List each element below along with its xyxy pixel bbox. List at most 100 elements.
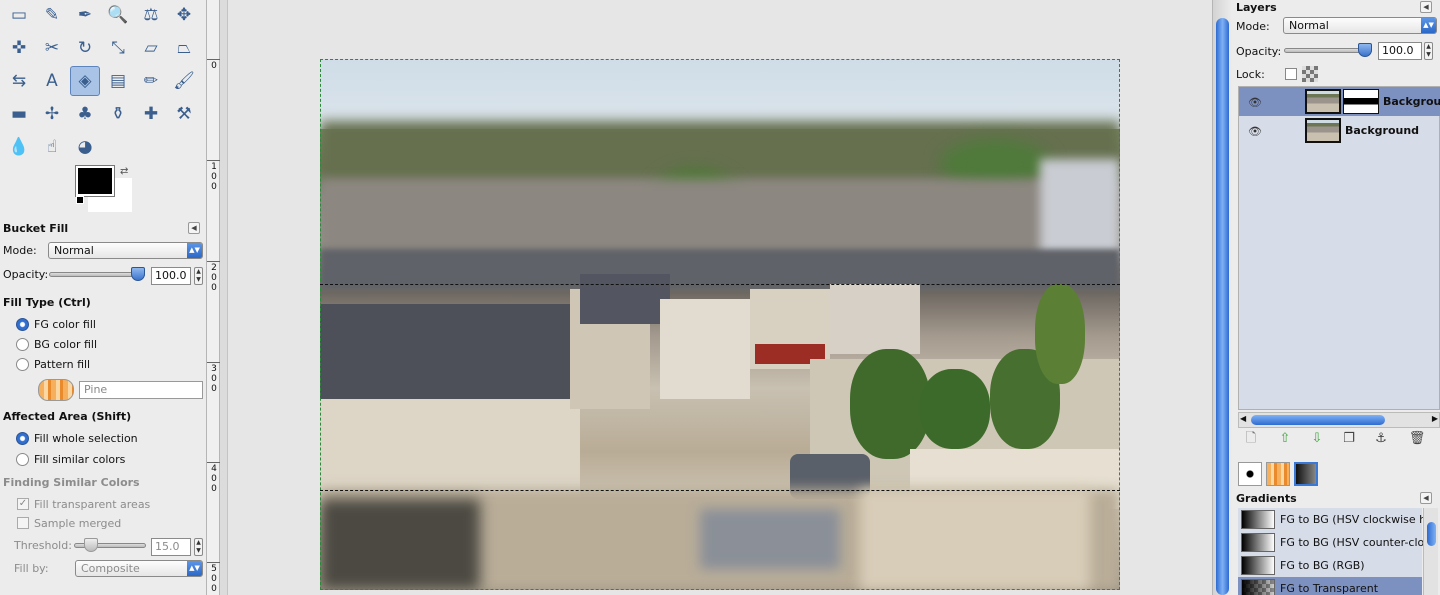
similar-colors-title: Finding Similar Colors: [3, 476, 140, 489]
perspective-clone-icon[interactable]: ⚒: [169, 99, 199, 129]
color-picker-icon[interactable]: ✒: [70, 0, 100, 30]
visibility-eye-icon[interactable]: 👁: [1248, 125, 1262, 138]
gradient-name: FG to BG (RGB): [1280, 559, 1365, 572]
clone-icon[interactable]: ⚱: [103, 99, 133, 129]
layer-opacity-field[interactable]: 100.0: [1378, 42, 1422, 60]
dodge-burn-icon[interactable]: ◕: [70, 132, 100, 162]
scrollbar-thumb[interactable]: [1216, 18, 1229, 595]
anchor-layer-icon[interactable]: ⚓: [1372, 430, 1390, 448]
gradient-name: FG to BG (HSV clockwise h: [1280, 513, 1427, 526]
crop-icon[interactable]: ✂: [37, 33, 67, 63]
delete-layer-icon[interactable]: 🗑: [1408, 430, 1426, 448]
ruler-label: 2 0 0: [211, 263, 217, 293]
fill-by-label: Fill by:: [14, 562, 49, 575]
layer-mask-thumbnail[interactable]: [1343, 89, 1379, 114]
affected-area-radio[interactable]: [16, 432, 29, 445]
ink-icon[interactable]: ♣: [70, 99, 100, 129]
layers-list: 👁 Background 👁 Background: [1238, 86, 1440, 410]
move-icon[interactable]: ✥: [169, 0, 199, 30]
fill-type-option-label: FG color fill: [34, 318, 96, 331]
blend-icon[interactable]: ▤: [103, 66, 133, 96]
gradients-list: FG to BG (HSV clockwise h FG to BG (HSV c…: [1238, 508, 1426, 595]
pattern-preview[interactable]: [38, 379, 74, 401]
shear-icon[interactable]: ▱: [136, 33, 166, 63]
measure-icon[interactable]: ⚖: [136, 0, 166, 30]
affected-area-radio[interactable]: [16, 453, 29, 466]
lower-layer-icon[interactable]: ⇩: [1308, 430, 1326, 448]
layer-thumbnail: [1305, 118, 1341, 143]
gradient-item[interactable]: FG to BG (HSV counter-clo: [1238, 531, 1425, 554]
ruler-label: 1 0 0: [211, 162, 217, 192]
canvas-vertical-scrollbar[interactable]: [1212, 0, 1232, 595]
configure-tab-icon[interactable]: ◀: [188, 222, 200, 234]
fill-type-radio[interactable]: [16, 338, 29, 351]
opacity-value-field[interactable]: 100.0: [151, 267, 191, 285]
fill-type-option-label: BG color fill: [34, 338, 97, 351]
opacity-spinner[interactable]: ▲ ▼: [194, 267, 203, 285]
gradient-preview: [1241, 579, 1275, 595]
gradient-item[interactable]: FG to BG (HSV clockwise h: [1238, 508, 1426, 531]
duplicate-layer-icon[interactable]: ❐: [1340, 430, 1358, 448]
lock-pixels-checkbox[interactable]: [1285, 68, 1297, 80]
gradient-item[interactable]: FG to BG (RGB): [1238, 554, 1422, 577]
new-layer-icon[interactable]: 🗋: [1242, 430, 1260, 448]
reset-colors-icon[interactable]: [76, 196, 84, 204]
fg-bg-color-selector[interactable]: ⇄: [75, 165, 132, 212]
rect-select-icon[interactable]: ▭: [4, 0, 34, 30]
mode-dropdown[interactable]: Normal ▲▼: [48, 242, 203, 259]
flip-icon[interactable]: ⇆: [4, 66, 34, 96]
tab-patterns[interactable]: [1266, 462, 1290, 486]
layer-mode-dropdown[interactable]: Normal ▲▼: [1283, 17, 1437, 34]
fill-type-radio[interactable]: [16, 358, 29, 371]
heal-icon[interactable]: ✚: [136, 99, 166, 129]
zoom-icon[interactable]: 🔍: [103, 0, 133, 30]
vertical-ruler[interactable]: 0 1 0 0 2 0 0 3 0 0 4 0 0 5 0 0: [207, 0, 220, 595]
layers-horizontal-scrollbar[interactable]: ◀ ▶: [1238, 412, 1440, 428]
fill-by-dropdown[interactable]: Composite ▲▼: [75, 560, 203, 577]
fill-transparent-checkbox[interactable]: ✓: [17, 498, 29, 510]
threshold-spinner[interactable]: ▲ ▼: [194, 538, 203, 556]
swap-colors-icon[interactable]: ⇄: [120, 166, 128, 177]
gradient-item[interactable]: FG to Transparent: [1238, 577, 1422, 595]
blur-icon[interactable]: 💧: [4, 132, 34, 162]
configure-tab-icon[interactable]: ◀: [1420, 492, 1432, 504]
text-icon[interactable]: A: [37, 66, 67, 96]
image-canvas[interactable]: [320, 59, 1120, 590]
perspective-icon[interactable]: ⏢: [169, 33, 199, 63]
layer-row[interactable]: 👁 Background: [1239, 87, 1440, 116]
scale-icon[interactable]: ⤡: [103, 33, 133, 63]
raise-layer-icon[interactable]: ⇧: [1276, 430, 1294, 448]
bucket-fill-icon[interactable]: ◈: [70, 66, 100, 96]
scroll-right-icon[interactable]: ▶: [1432, 414, 1438, 423]
lock-alpha-icon[interactable]: [1302, 66, 1318, 82]
scroll-left-icon[interactable]: ◀: [1240, 414, 1246, 423]
align-icon[interactable]: ✜: [4, 33, 34, 63]
tab-brushes[interactable]: [1238, 462, 1262, 486]
pattern-name-field[interactable]: Pine: [79, 381, 203, 399]
rotate-icon[interactable]: ↻: [70, 33, 100, 63]
visibility-eye-icon[interactable]: 👁: [1248, 96, 1262, 109]
tab-gradients[interactable]: [1294, 462, 1318, 486]
fill-type-radio[interactable]: [16, 318, 29, 331]
gradient-preview: [1241, 533, 1275, 552]
opacity-slider-thumb[interactable]: [131, 267, 145, 281]
pencil-icon[interactable]: ✏: [136, 66, 166, 96]
smudge-icon[interactable]: ☝: [37, 132, 67, 162]
sample-merged-checkbox[interactable]: [17, 517, 29, 529]
layer-row[interactable]: 👁 Background: [1239, 116, 1440, 145]
eraser-icon[interactable]: ▬: [4, 99, 34, 129]
layer-opacity-spinner[interactable]: ▲ ▼: [1424, 42, 1433, 60]
paintbrush-icon[interactable]: 🖌: [169, 66, 199, 96]
layer-opacity-slider-thumb[interactable]: [1358, 43, 1372, 57]
gradients-scrollbar[interactable]: [1423, 508, 1438, 595]
threshold-slider-thumb[interactable]: [84, 538, 98, 552]
threshold-value-field[interactable]: 15.0: [151, 538, 191, 556]
gradient-name: FG to BG (HSV counter-clo: [1280, 536, 1425, 549]
foreground-color-swatch[interactable]: [75, 165, 115, 197]
fuzzy-select-icon[interactable]: ✎: [37, 0, 67, 30]
configure-tab-icon[interactable]: ◀: [1420, 1, 1432, 13]
airbrush-icon[interactable]: ✢: [37, 99, 67, 129]
gradient-preview: [1241, 510, 1275, 529]
scrollbar-thumb[interactable]: [1427, 522, 1436, 546]
scrollbar-thumb[interactable]: [1251, 415, 1385, 425]
